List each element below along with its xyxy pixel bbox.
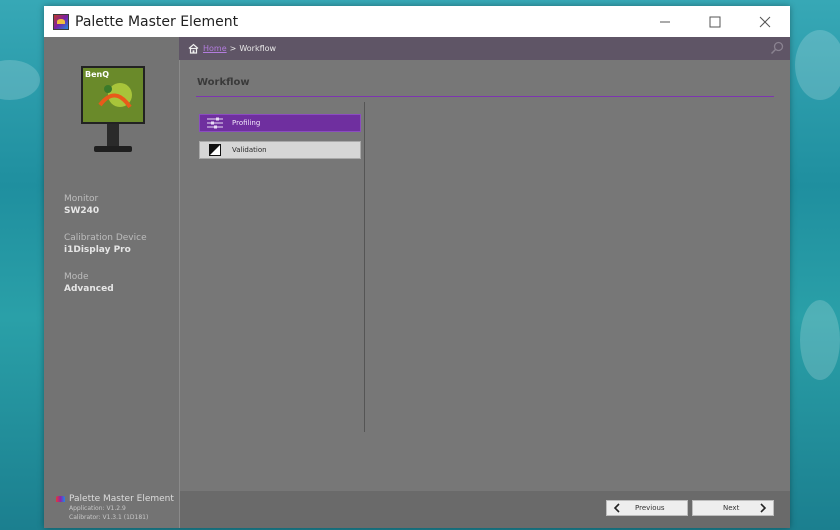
workflow-panel: Workflow Profiling Validation [180, 60, 790, 491]
brand-name: Palette Master Element [69, 494, 174, 504]
close-button[interactable] [740, 6, 790, 37]
monitor-info: Monitor SW240 [64, 194, 99, 216]
page-title: Workflow [197, 77, 250, 88]
app-icon [53, 13, 69, 30]
sliders-icon [206, 117, 224, 129]
previous-button[interactable]: Previous [606, 500, 688, 516]
title-divider [196, 96, 774, 97]
desktop-ripple [800, 300, 840, 380]
close-icon [759, 16, 771, 27]
mode-info: Mode Advanced [64, 272, 114, 294]
chevron-right-icon [759, 503, 767, 513]
monitor-value: SW240 [64, 206, 100, 216]
desktop-ripple [795, 30, 840, 100]
palette-logo-icon [56, 496, 65, 502]
application-version: Application: V1.2.9 [69, 505, 126, 512]
breadcrumb-home-link[interactable]: Home [203, 44, 227, 53]
menu-item-profiling[interactable]: Profiling [199, 114, 361, 132]
calibration-device-info: Calibration Device i1Display Pro [64, 233, 147, 255]
app-version-info: Palette Master Element Application: V1.2… [56, 494, 174, 522]
breadcrumb: Home > Workflow [179, 37, 790, 60]
monitor-image: BenQ [81, 66, 145, 152]
calibration-device-value: i1Display Pro [64, 245, 131, 255]
menu-item-label: Profiling [232, 119, 261, 127]
minimize-button[interactable] [640, 6, 690, 37]
title-bar: Palette Master Element [44, 6, 790, 37]
desktop-ripple [0, 60, 40, 100]
maximize-icon [709, 16, 721, 27]
monitor-label: Monitor [64, 194, 99, 204]
menu-item-label: Validation [232, 146, 267, 154]
next-button[interactable]: Next [692, 500, 774, 516]
window-controls [640, 6, 790, 37]
home-icon[interactable] [188, 43, 199, 54]
app-window: Palette Master Element BenQ Monitor SW24… [44, 6, 790, 528]
breadcrumb-separator: > [229, 44, 237, 53]
mode-label: Mode [64, 272, 89, 282]
mode-value: Advanced [64, 284, 114, 294]
contrast-icon [206, 144, 224, 156]
next-button-label: Next [723, 504, 740, 512]
panel-divider [364, 102, 365, 432]
menu-item-validation[interactable]: Validation [199, 141, 361, 159]
maximize-button[interactable] [690, 6, 740, 37]
device-info-panel: BenQ Monitor SW240 Calibration Device i1… [44, 37, 180, 528]
calibrator-version: Calibrator: V1.3.1 (1D181) [69, 514, 149, 521]
minimize-icon [660, 21, 670, 22]
benq-logo-text: BenQ [85, 70, 109, 79]
window-title: Palette Master Element [75, 13, 239, 30]
calibration-device-label: Calibration Device [64, 233, 147, 243]
previous-button-label: Previous [635, 504, 665, 512]
navigation-bar: Previous Next [180, 491, 790, 528]
search-icon[interactable] [770, 41, 784, 55]
chevron-left-icon [613, 503, 621, 513]
breadcrumb-current: Workflow [239, 44, 277, 53]
